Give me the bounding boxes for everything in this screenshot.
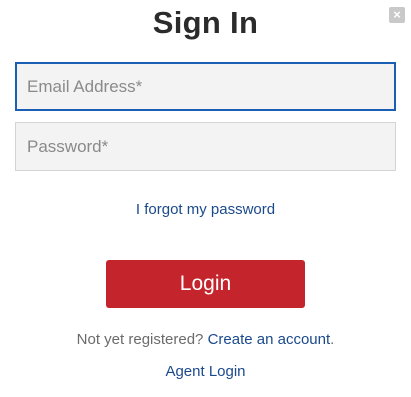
dialog-title: Sign In: [152, 5, 259, 40]
register-suffix: .: [330, 331, 335, 348]
register-line: Not yet registered? Create an account.: [0, 331, 411, 348]
email-field[interactable]: [15, 62, 396, 111]
close-button[interactable]: ×: [389, 7, 405, 23]
sign-in-dialog: Sign In × I forgot my password Login Not…: [0, 0, 411, 397]
create-account-link[interactable]: Create an account: [208, 331, 331, 348]
password-field[interactable]: [15, 122, 396, 171]
agent-login-link[interactable]: Agent Login: [0, 363, 411, 380]
forgot-password-link[interactable]: I forgot my password: [0, 201, 411, 218]
login-button[interactable]: Login: [106, 260, 305, 308]
close-icon: ×: [393, 7, 401, 22]
register-prompt: Not yet registered?: [76, 331, 208, 348]
